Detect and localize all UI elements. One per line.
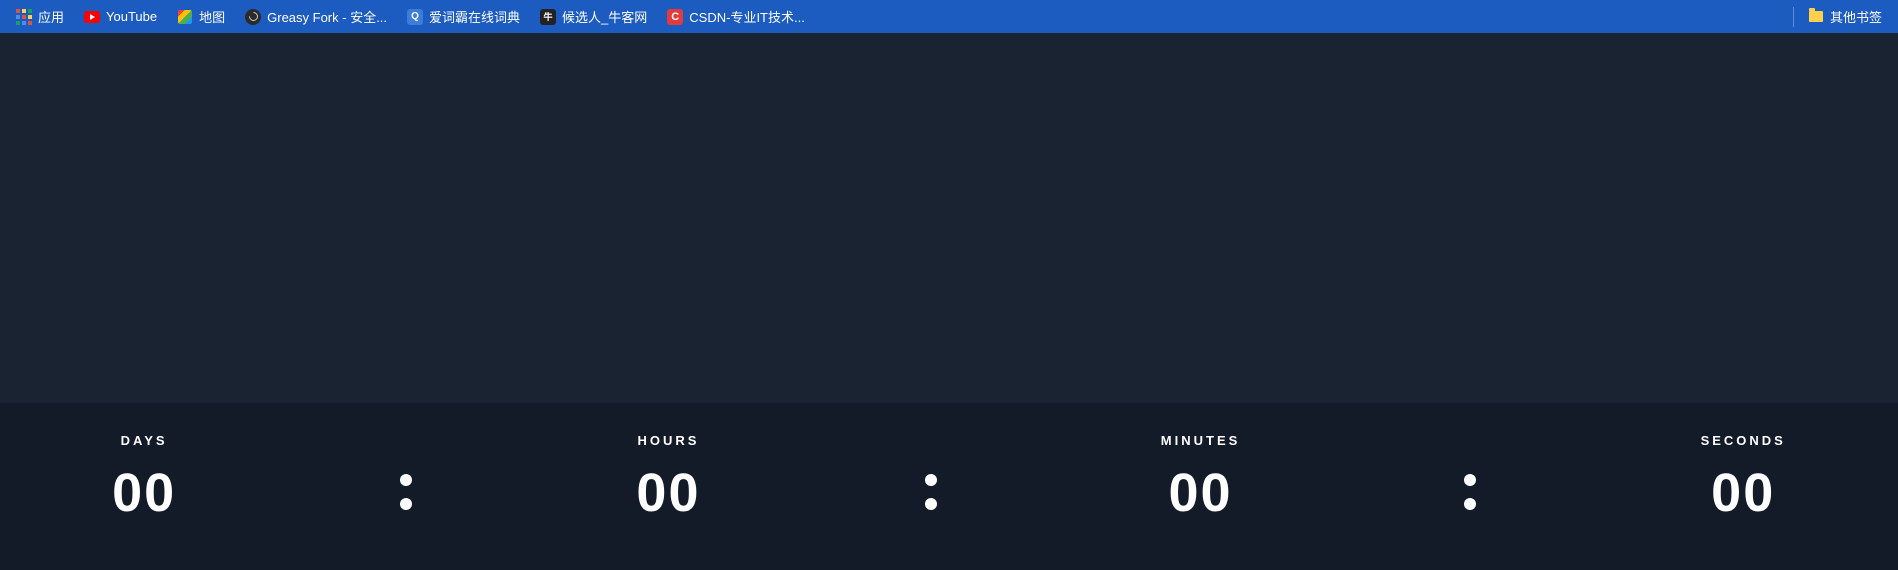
bookmark-nowcoder[interactable]: 牛 候选人_牛客网 (532, 3, 655, 30)
countdown-separator (1464, 474, 1476, 510)
bookmark-label: Greasy Fork - 安全... (267, 7, 387, 26)
bookmark-youtube[interactable]: YouTube (76, 5, 165, 29)
countdown-separator (400, 474, 412, 510)
folder-icon (1808, 9, 1824, 25)
page-top-spacer (0, 33, 1898, 403)
bookmarks-bar: 应用 YouTube 地图 Greasy Fork - 安全... Q 爱词霸在… (0, 0, 1898, 33)
dict-icon: Q (407, 9, 423, 25)
separator-dot (1464, 474, 1476, 486)
countdown-minutes-label: MINUTES (1161, 433, 1241, 448)
countdown-minutes-value: 00 (1168, 466, 1232, 520)
apps-icon (16, 9, 32, 25)
bookmarks-left: 应用 YouTube 地图 Greasy Fork - 安全... Q 爱词霸在… (8, 3, 813, 30)
bookmark-greasyfork[interactable]: Greasy Fork - 安全... (237, 3, 395, 30)
separator-dot (400, 498, 412, 510)
bookmark-label: 地图 (199, 7, 225, 26)
countdown-seconds: SECONDS 00 (1701, 433, 1786, 520)
countdown-separator (925, 474, 937, 510)
bookmark-label: 其他书签 (1830, 7, 1882, 26)
csdn-icon: C (667, 9, 683, 25)
maps-icon (177, 9, 193, 25)
youtube-icon (84, 9, 100, 25)
countdown-minutes: MINUTES 00 (1161, 433, 1241, 520)
bookmarks-right: 其他书签 (1787, 3, 1890, 30)
countdown-seconds-label: SECONDS (1701, 433, 1786, 448)
countdown-hours-label: HOURS (637, 433, 699, 448)
bookmark-maps[interactable]: 地图 (169, 3, 233, 30)
bookmark-csdn[interactable]: C CSDN-专业IT技术... (659, 3, 813, 30)
bookmarks-divider (1793, 7, 1794, 27)
countdown-days: DAYS 00 (112, 433, 176, 520)
bookmark-label: 爱词霸在线词典 (429, 7, 520, 26)
greasy-icon (245, 9, 261, 25)
separator-dot (925, 474, 937, 486)
separator-dot (400, 474, 412, 486)
bookmark-label: 候选人_牛客网 (562, 7, 647, 26)
bookmark-label: CSDN-专业IT技术... (689, 7, 805, 26)
bookmark-iciba[interactable]: Q 爱词霸在线词典 (399, 3, 528, 30)
countdown-section: DAYS 00 HOURS 00 MINUTES 00 SECONDS 00 (0, 403, 1898, 570)
separator-dot (925, 498, 937, 510)
countdown-days-label: DAYS (121, 433, 168, 448)
nowcoder-icon: 牛 (540, 9, 556, 25)
countdown-hours: HOURS 00 (636, 433, 700, 520)
bookmark-other-folder[interactable]: 其他书签 (1800, 3, 1890, 30)
page-content: DAYS 00 HOURS 00 MINUTES 00 SECONDS 00 (0, 33, 1898, 570)
countdown-hours-value: 00 (636, 466, 700, 520)
separator-dot (1464, 498, 1476, 510)
bookmark-label: 应用 (38, 7, 64, 26)
bookmark-label: YouTube (106, 9, 157, 24)
countdown-seconds-value: 00 (1711, 466, 1775, 520)
countdown-days-value: 00 (112, 466, 176, 520)
bookmark-apps[interactable]: 应用 (8, 3, 72, 30)
